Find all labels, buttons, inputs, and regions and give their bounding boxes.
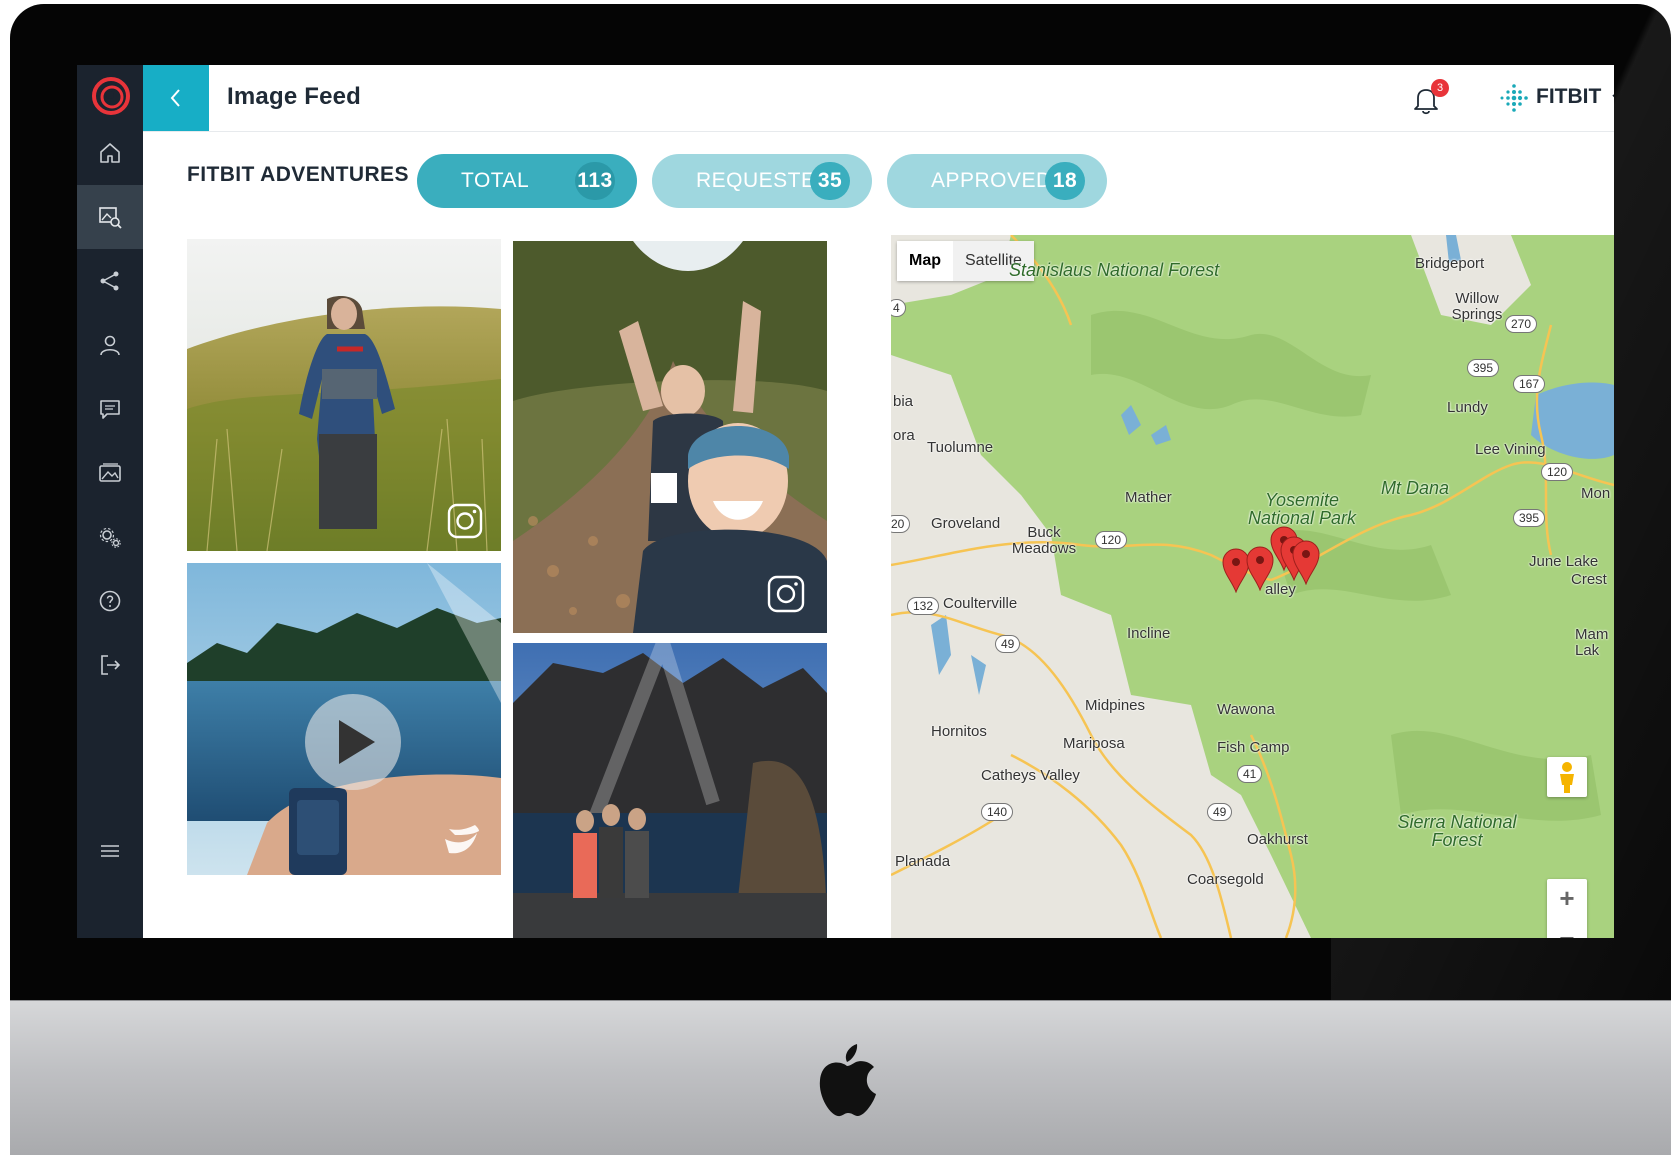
- map-label: Fish Camp: [1217, 739, 1290, 756]
- nav-users[interactable]: [77, 313, 143, 377]
- route-shield: 270: [1505, 315, 1538, 333]
- map-label: Mather: [1125, 489, 1172, 506]
- filter-requested[interactable]: REQUESTED 35: [652, 154, 872, 208]
- nav-share[interactable]: [77, 249, 143, 313]
- map-label: Stanislaus National Forest: [1009, 260, 1220, 280]
- route-shield: 395: [1513, 509, 1546, 527]
- map-label: Bridgeport: [1415, 255, 1485, 272]
- map-label: Willow Springs: [1451, 290, 1503, 323]
- ring-logo-icon[interactable]: [91, 76, 131, 116]
- route-shield: 120: [1095, 531, 1128, 549]
- zoom-control: + −: [1547, 879, 1587, 938]
- filter-approved[interactable]: APPROVED 18: [887, 154, 1107, 208]
- filter-count: 18: [1045, 162, 1085, 200]
- route-shield: 120: [1541, 463, 1574, 481]
- route-shield: 395: [1467, 359, 1500, 377]
- play-icon: [339, 720, 375, 764]
- nav-image-feed[interactable]: [77, 185, 143, 249]
- nav-help[interactable]: [77, 569, 143, 633]
- map-label: ora: [893, 427, 915, 444]
- map-label: Yosemite National Park: [1247, 490, 1357, 528]
- map-view[interactable]: Map Satellite Stanislaus National Forest…: [891, 235, 1614, 938]
- app-screen: Image Feed 3 FITBIT FITBIT ADVENTURES TO…: [77, 65, 1614, 938]
- nav-home[interactable]: [77, 121, 143, 185]
- map-label: bia: [893, 393, 914, 410]
- brand-name[interactable]: FITBIT: [1536, 85, 1601, 109]
- logout-icon: [101, 655, 121, 675]
- filter-total[interactable]: TOTAL 113: [417, 154, 637, 208]
- route-shield: 140: [981, 803, 1014, 821]
- map-label: Oakhurst: [1247, 831, 1308, 848]
- gallery-icon: [99, 463, 121, 482]
- pegman-icon: [1560, 762, 1574, 793]
- route-shield: 167: [1513, 375, 1546, 393]
- nav-menu[interactable]: [77, 819, 143, 883]
- map-label: Planada: [895, 853, 951, 870]
- friends-lake-photo: [513, 643, 827, 938]
- filter-label: APPROVED: [931, 169, 1052, 192]
- top-bar: Image Feed 3 FITBIT: [143, 65, 1614, 132]
- share-icon: [100, 271, 119, 291]
- route-shield: 49: [995, 635, 1021, 653]
- map-label: Midpines: [1085, 697, 1146, 714]
- map-label: Tuolumne: [927, 439, 994, 456]
- filter-count: 35: [810, 162, 850, 200]
- selfie-photo: [513, 241, 827, 633]
- nav-logout[interactable]: [77, 633, 143, 697]
- map-label: Wawona: [1217, 701, 1275, 718]
- hiker-photo: [187, 239, 501, 551]
- fitbit-dots-icon: [1500, 84, 1528, 112]
- map-label: June Lake: [1529, 553, 1599, 570]
- map-marker[interactable]: [1291, 539, 1321, 585]
- map-label: Sierra National Forest: [1397, 812, 1517, 850]
- chevron-down-icon[interactable]: [1611, 91, 1614, 105]
- map-label: Coarsegold: [1187, 871, 1264, 888]
- map-label: Coulterville: [943, 595, 1018, 612]
- nav-settings[interactable]: [77, 505, 143, 569]
- chat-icon: [100, 400, 120, 419]
- user-icon: [100, 335, 120, 356]
- feed-photo[interactable]: [187, 239, 501, 551]
- map-label: Buck Meadows: [1011, 524, 1077, 557]
- map-tab[interactable]: Map: [897, 241, 953, 281]
- notification-badge: 3: [1431, 79, 1449, 97]
- nav-messages[interactable]: [77, 377, 143, 441]
- route-shield: 132: [907, 597, 940, 615]
- route-shield: 49: [1207, 803, 1233, 821]
- menu-icon: [101, 845, 119, 857]
- map-label: Lundy: [1447, 399, 1488, 416]
- image-search-icon: [99, 207, 122, 229]
- map-label: Mam Lak: [1575, 626, 1609, 659]
- map-label: Hornitos: [931, 723, 987, 740]
- street-view-pegman[interactable]: [1547, 757, 1587, 797]
- zoom-out-button[interactable]: −: [1547, 919, 1587, 938]
- apple-logo-icon: [819, 1044, 876, 1117]
- zoom-in-button[interactable]: +: [1547, 879, 1587, 919]
- chevron-left-icon: [170, 89, 180, 107]
- map-label: Mt Dana: [1381, 478, 1450, 498]
- feed-photo[interactable]: [513, 241, 827, 633]
- map-label: Mariposa: [1063, 735, 1125, 752]
- route-shield: 41: [1237, 765, 1263, 783]
- home-icon: [100, 143, 120, 163]
- play-button[interactable]: [305, 694, 401, 790]
- map-label: Catheys Valley: [981, 767, 1080, 784]
- map-label: Lee Vining: [1475, 441, 1546, 458]
- page-title: Image Feed: [227, 83, 362, 110]
- sidebar: [77, 65, 143, 938]
- map-label: Crest: [1571, 571, 1607, 588]
- back-button[interactable]: [143, 65, 209, 131]
- map-label: Mon: [1581, 485, 1611, 502]
- feed-photo[interactable]: [513, 643, 827, 938]
- filter-label: TOTAL: [461, 169, 530, 192]
- nav-gallery[interactable]: [77, 441, 143, 505]
- feed-title: FITBIT ADVENTURES: [187, 163, 409, 186]
- map-label: Incline: [1127, 625, 1171, 642]
- settings-icon: [99, 527, 121, 548]
- filter-count: 113: [575, 162, 615, 200]
- help-icon: [99, 590, 121, 612]
- map-label: Groveland: [931, 515, 1001, 532]
- feed-video[interactable]: [187, 563, 501, 875]
